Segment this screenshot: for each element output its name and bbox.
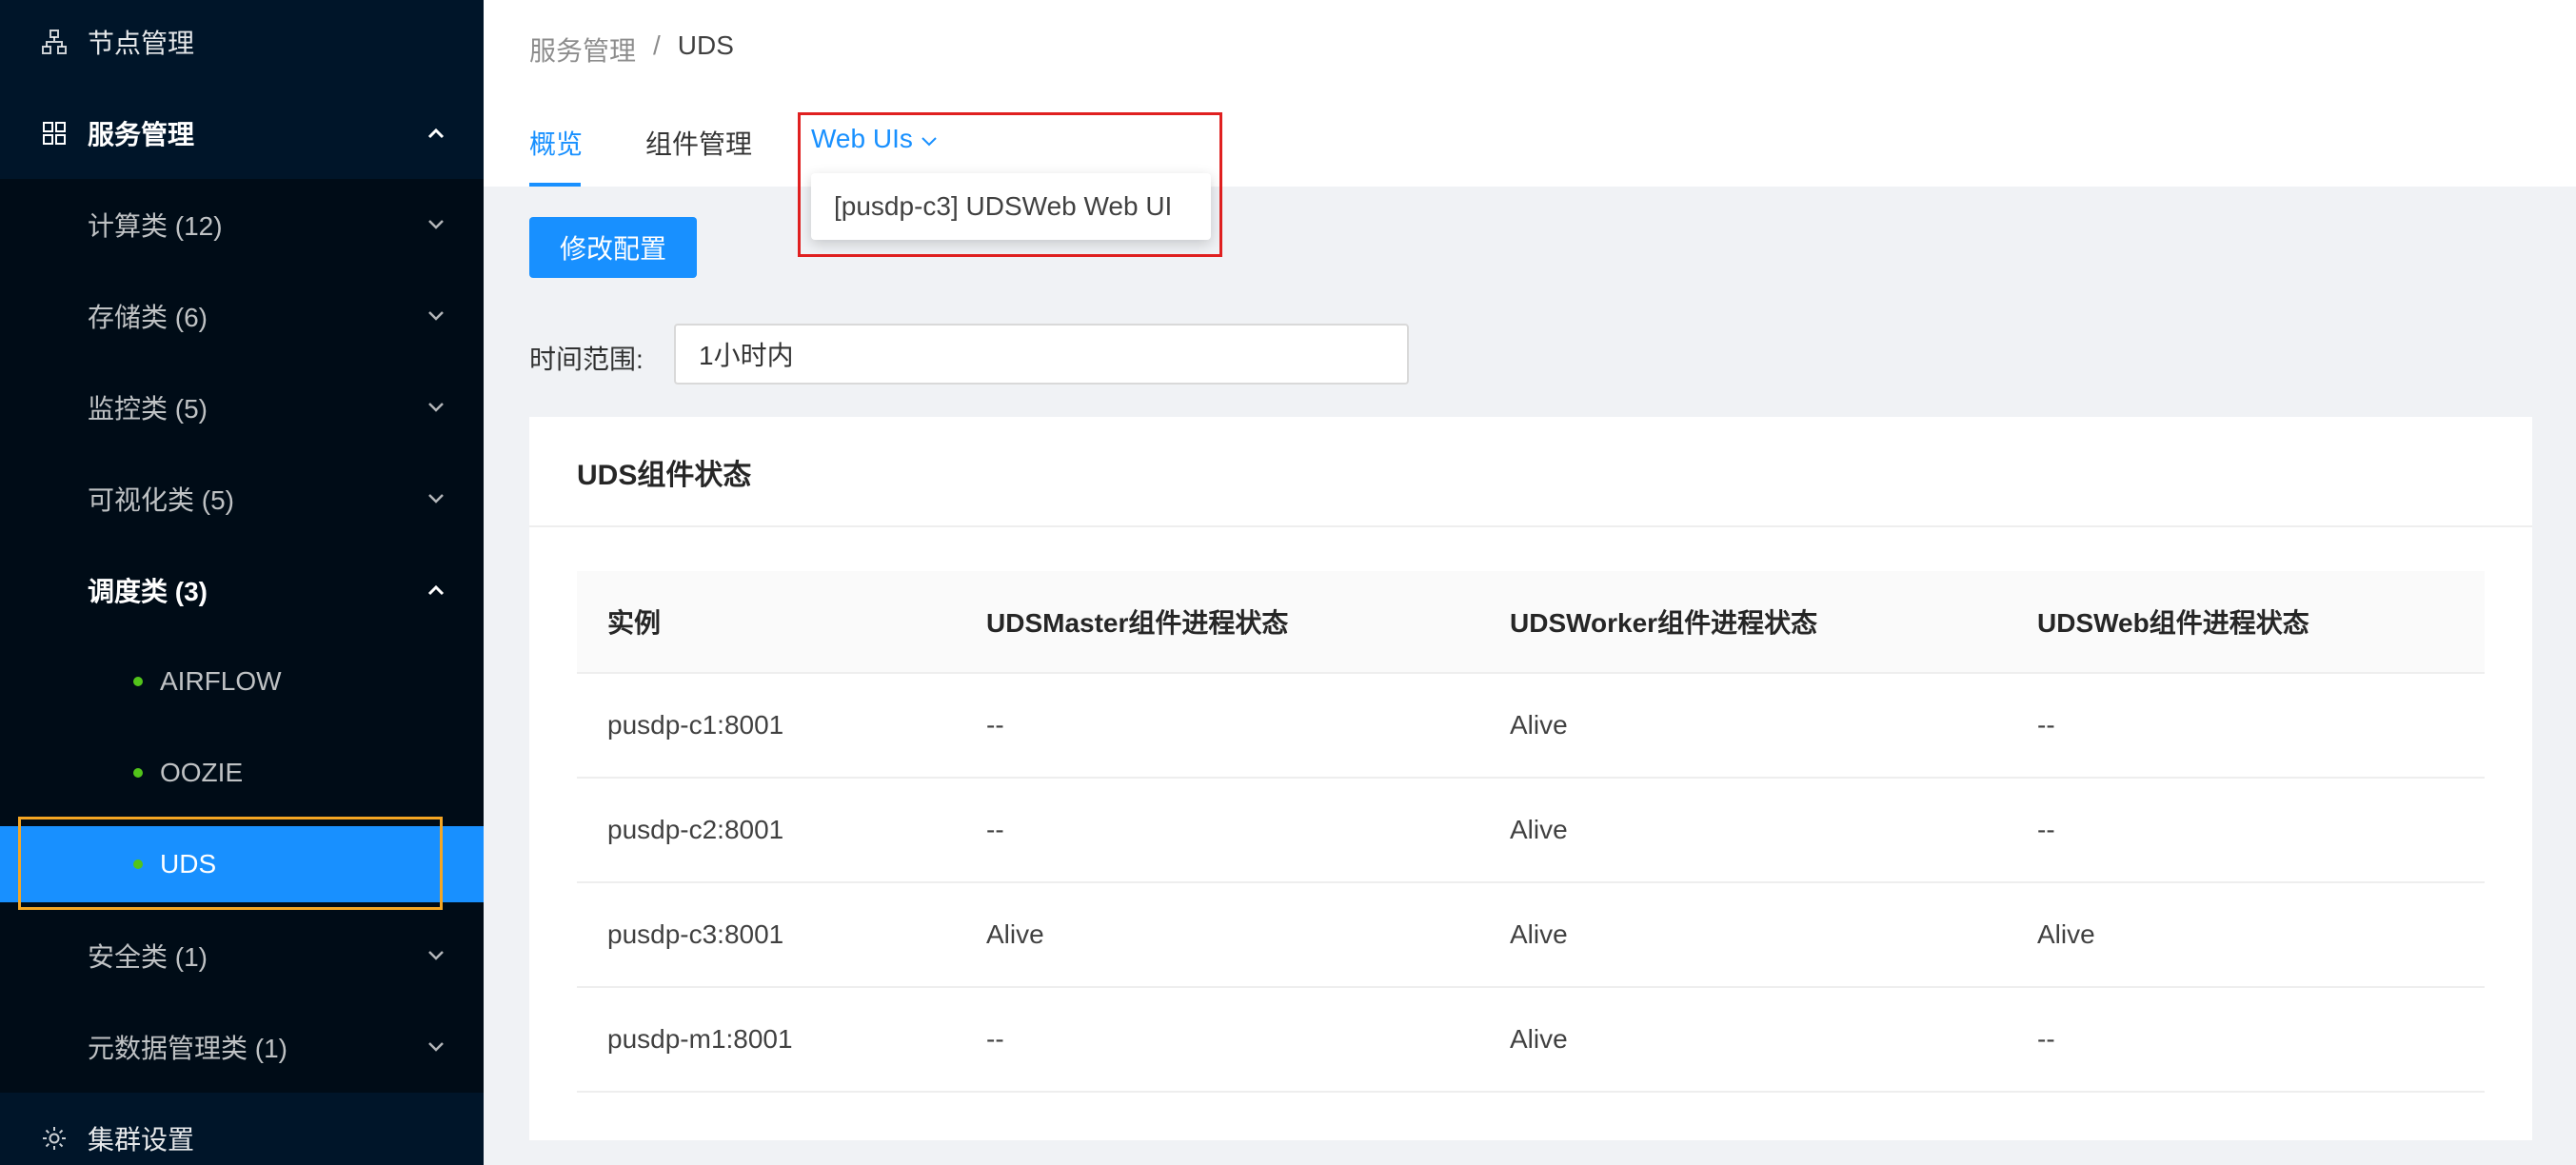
table-cell: -- [2037,710,2055,740]
category-label: 存储类 (6) [88,303,208,332]
chevron-down-icon [425,305,447,327]
table-cell: pusdp-c3:8001 [607,919,784,949]
table-cell: Alive [986,919,1044,949]
table-cell: -- [2037,815,2055,844]
table-cell: Alive [2037,919,2095,949]
table-cell: -- [986,1024,1004,1054]
category-label: 可视化类 (5) [88,485,235,515]
tab-webuis[interactable]: Web UIs [811,124,938,154]
menu-node-management[interactable]: 节点管理 [0,4,484,80]
menu-category-visualization[interactable]: 可视化类 (5) [0,461,484,537]
menu-service-oozie[interactable]: OOZIE [0,735,484,811]
table-cell: -- [986,815,1004,844]
menu-category-compute[interactable]: 计算类 (12) [0,187,484,263]
menu-category-monitoring[interactable]: 监控类 (5) [0,369,484,445]
table-row: pusdp-c2:8001 -- Alive -- [577,779,2485,883]
column-header: UDSMaster组件进程状态 [986,608,1289,638]
sidebar: 节点管理 服务管理 计算类 (12) 存储类 (6) 监控类 (5) 可视化类 … [0,0,484,1165]
category-label: 调度类 (3) [88,577,208,606]
chevron-down-icon [425,1036,447,1058]
card-title: UDS组件状态 [577,460,752,491]
category-label: 元数据管理类 (1) [88,1034,288,1063]
highlight-box-uds [18,817,443,910]
chevron-down-icon [425,944,447,967]
table-header: 实例 UDSMaster组件进程状态 UDSWorker组件进程状态 UDSWe… [577,571,2485,674]
column-header: UDSWorker组件进程状态 [1510,608,1818,638]
column-header: 实例 [607,608,662,638]
grid-icon [40,119,69,148]
component-status-card: UDS组件状态 实例 UDSMaster组件进程状态 UDSWorker组件进程… [529,417,2532,1140]
status-dot [133,677,143,686]
chevron-down-icon [425,396,447,419]
time-range-select[interactable]: 1小时内 [674,324,1409,385]
chevron-down-icon [425,487,447,510]
menu-cluster-settings[interactable]: 集群设置 [0,1100,484,1165]
category-label: 计算类 (12) [88,211,223,241]
tab-active-indicator [529,183,581,187]
table-cell: pusdp-c1:8001 [607,710,784,740]
category-label: 安全类 (1) [88,942,208,972]
edit-config-button[interactable]: 修改配置 [529,217,697,278]
table-cell: Alive [1510,815,1568,844]
menu-category-metadata[interactable]: 元数据管理类 (1) [0,1009,484,1085]
table-cell: -- [2037,1024,2055,1054]
breadcrumb-separator: / [653,30,661,60]
table-row: pusdp-c3:8001 Alive Alive Alive [577,883,2485,988]
chevron-down-icon [425,213,447,236]
menu-service-airflow[interactable]: AIRFLOW [0,643,484,720]
menu-category-storage[interactable]: 存储类 (6) [0,278,484,354]
tab-webuis-label: Web UIs [811,124,913,153]
table-cell: Alive [1510,919,1568,949]
menu-category-security[interactable]: 安全类 (1) [0,918,484,994]
tab-components[interactable]: 组件管理 [645,124,752,162]
menu-node-management-label: 节点管理 [88,29,195,58]
table-cell: Alive [1510,710,1568,740]
category-label: 监控类 (5) [88,394,208,424]
menu-category-scheduling[interactable]: 调度类 (3) [0,552,484,628]
chevron-up-icon [425,122,447,145]
table-row: pusdp-c1:8001 -- Alive -- [577,674,2485,779]
tab-overview[interactable]: 概览 [529,124,583,162]
table-cell: pusdp-m1:8001 [607,1024,793,1054]
divider [529,525,2532,527]
table-row: pusdp-m1:8001 -- Alive -- [577,988,2485,1093]
table-cell: -- [986,710,1004,740]
service-label: AIRFLOW [160,666,282,696]
cluster-icon [40,28,69,56]
table-cell: pusdp-c2:8001 [607,815,784,844]
menu-cluster-settings-label: 集群设置 [88,1125,195,1155]
status-dot [133,768,143,778]
menu-service-management[interactable]: 服务管理 [0,95,484,171]
menu-service-management-label: 服务管理 [88,120,195,149]
webui-dropdown-item[interactable]: [pusdp-c3] UDSWeb Web UI [811,173,1211,240]
breadcrumb-parent[interactable]: 服务管理 [529,30,636,69]
chevron-down-icon [921,124,938,154]
breadcrumb-current: UDS [677,30,734,60]
column-header: UDSWeb组件进程状态 [2037,608,2309,638]
time-range-label: 时间范围: [529,345,644,374]
status-table: 实例 UDSMaster组件进程状态 UDSWorker组件进程状态 UDSWe… [577,571,2485,1093]
breadcrumb: 服务管理 / UDS [529,30,734,69]
gear-icon [40,1124,69,1153]
chevron-up-icon [425,579,447,602]
table-cell: Alive [1510,1024,1568,1054]
service-label: OOZIE [160,758,244,787]
